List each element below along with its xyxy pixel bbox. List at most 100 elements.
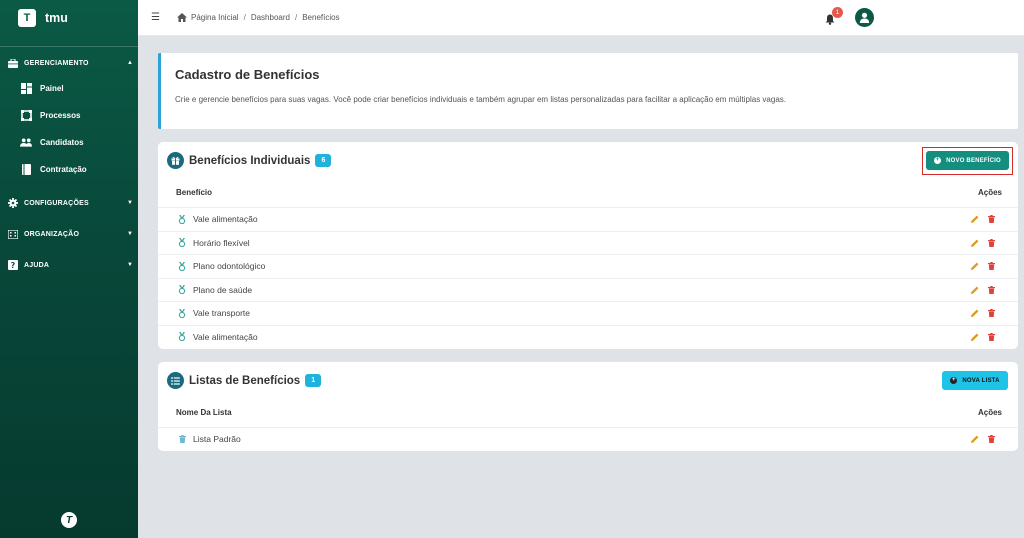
medal-icon <box>178 238 186 248</box>
card-header: Listas de Benefícios 1 <box>167 372 322 389</box>
people-icon <box>20 137 32 149</box>
delete-icon[interactable] <box>988 262 995 271</box>
breadcrumb-dashboard[interactable]: Dashboard <box>251 13 290 22</box>
delete-icon[interactable] <box>988 435 995 444</box>
brand[interactable]: T tmu <box>0 0 138 36</box>
medal-icon <box>178 214 186 224</box>
plus-circle-icon: + <box>950 377 958 384</box>
brand-name: tmu <box>45 11 68 25</box>
table-row: Plano de saúde <box>158 277 1018 302</box>
chevron-down-icon: ▼ <box>127 231 134 237</box>
delete-icon[interactable] <box>988 215 995 224</box>
edit-icon[interactable] <box>971 262 979 271</box>
sidebar: T tmu GERENCIAMENTO ▲ Painel Processos C… <box>0 0 138 538</box>
new-benefit-button[interactable]: + NOVO BENEFÍCIO <box>926 151 1009 170</box>
medal-icon <box>178 332 186 342</box>
sidebar-section-label: GERENCIAMENTO <box>24 59 89 67</box>
sidebar-item-painel[interactable]: Painel <box>0 75 138 102</box>
edit-icon[interactable] <box>971 286 979 294</box>
edit-icon[interactable] <box>971 333 979 341</box>
row-label: Plano odontológico <box>193 261 266 272</box>
notification-badge: 1 <box>832 7 843 18</box>
sidebar-section-configuracoes[interactable]: CONFIGURAÇÕES ▼ <box>0 191 138 215</box>
edit-icon[interactable] <box>971 239 979 247</box>
row-actions <box>971 238 995 247</box>
sidebar-item-label: Candidatos <box>40 138 84 147</box>
intro-card: Cadastro de Benefícios Crie e gerencie b… <box>158 53 1018 129</box>
trash-list-icon <box>178 435 186 444</box>
column-header-name: Nome Da Lista <box>176 408 232 417</box>
column-header-actions: Ações <box>977 408 1002 417</box>
row-actions <box>971 285 995 294</box>
row-actions <box>971 215 995 224</box>
breadcrumb-separator: / <box>294 13 298 22</box>
dashboard-icon <box>20 83 32 95</box>
medal-icon <box>178 285 186 295</box>
page-title: Cadastro de Benefícios <box>175 67 320 82</box>
column-header-name: Benefício <box>176 188 213 197</box>
sidebar-section-gerenciamento[interactable]: GERENCIAMENTO ▲ <box>0 51 138 75</box>
card-title: Listas de Benefícios <box>189 374 301 387</box>
row-actions <box>971 435 995 444</box>
sidebar-item-processos[interactable]: Processos <box>0 102 138 129</box>
breadcrumb-home[interactable]: Página Inicial <box>191 13 239 22</box>
menu-toggle-icon[interactable]: ☰ <box>151 12 161 23</box>
topbar: ☰ Página Inicial / Dashboard / Benefício… <box>138 0 1024 36</box>
sidebar-item-contratacao[interactable]: Contratação <box>0 156 138 183</box>
footer-logo: T <box>61 512 77 528</box>
sidebar-item-label: Contratação <box>40 165 87 174</box>
row-actions <box>971 262 995 271</box>
row-actions <box>971 309 995 318</box>
table-row: Horário flexível <box>158 230 1018 255</box>
chevron-down-icon: ▼ <box>127 200 134 206</box>
table-row: Vale transporte <box>158 301 1018 325</box>
delete-icon[interactable] <box>988 238 995 247</box>
table-row: Vale alimentação <box>158 324 1018 349</box>
svg-text:?: ? <box>11 261 16 270</box>
new-list-button[interactable]: + NOVA LISTA <box>942 371 1008 390</box>
sidebar-item-candidatos[interactable]: Candidatos <box>0 129 138 156</box>
delete-icon[interactable] <box>988 285 995 294</box>
page-description: Crie e gerencie benefícios para suas vag… <box>175 95 786 104</box>
button-label: NOVO BENEFÍCIO <box>946 157 1001 164</box>
delete-icon[interactable] <box>988 332 995 341</box>
sidebar-divider <box>0 46 138 47</box>
row-label: Vale alimentação <box>193 331 258 342</box>
count-badge: 1 <box>305 374 322 387</box>
help-icon: ? <box>8 260 18 270</box>
table-header: Benefício Ações <box>176 188 1002 197</box>
delete-icon[interactable] <box>988 309 995 318</box>
sidebar-section-label: AJUDA <box>24 261 50 269</box>
process-icon <box>20 110 32 122</box>
edit-icon[interactable] <box>971 435 979 444</box>
home-icon[interactable] <box>177 13 187 22</box>
briefcase-icon <box>8 58 18 68</box>
row-label: Lista Padrão <box>193 434 241 445</box>
row-label: Vale transporte <box>193 308 251 319</box>
breadcrumb: Página Inicial / Dashboard / Benefícios <box>191 13 340 22</box>
table-header: Nome Da Lista Ações <box>176 408 1002 417</box>
table-row: Vale alimentação <box>158 207 1018 231</box>
table-row: Plano odontológico <box>158 254 1018 278</box>
row-label: Plano de saúde <box>193 284 253 295</box>
sidebar-section-organizacao[interactable]: ORGANIZAÇÃO ▼ <box>0 222 138 246</box>
medal-icon <box>178 261 186 271</box>
chevron-up-icon: ▲ <box>127 60 134 66</box>
row-label: Vale alimentação <box>193 214 258 225</box>
gift-icon <box>167 152 184 169</box>
sidebar-item-label: Painel <box>40 84 64 93</box>
edit-icon[interactable] <box>971 215 979 224</box>
list-icon <box>167 372 184 389</box>
avatar[interactable] <box>855 8 874 27</box>
chevron-down-icon: ▼ <box>127 262 134 268</box>
sidebar-section-label: ORGANIZAÇÃO <box>24 230 80 238</box>
breadcrumb-separator: / <box>243 13 246 22</box>
gear-icon <box>8 198 18 208</box>
card-title: Benefícios Individuais <box>189 154 311 167</box>
edit-icon[interactable] <box>971 309 979 318</box>
book-icon <box>20 164 32 176</box>
count-badge: 6 <box>315 154 332 167</box>
sidebar-section-ajuda[interactable]: ? AJUDA ▼ <box>0 253 138 277</box>
plus-circle-icon: + <box>934 157 942 164</box>
individual-benefits-card: Benefícios Individuais 6 + NOVO BENEFÍCI… <box>158 142 1018 349</box>
